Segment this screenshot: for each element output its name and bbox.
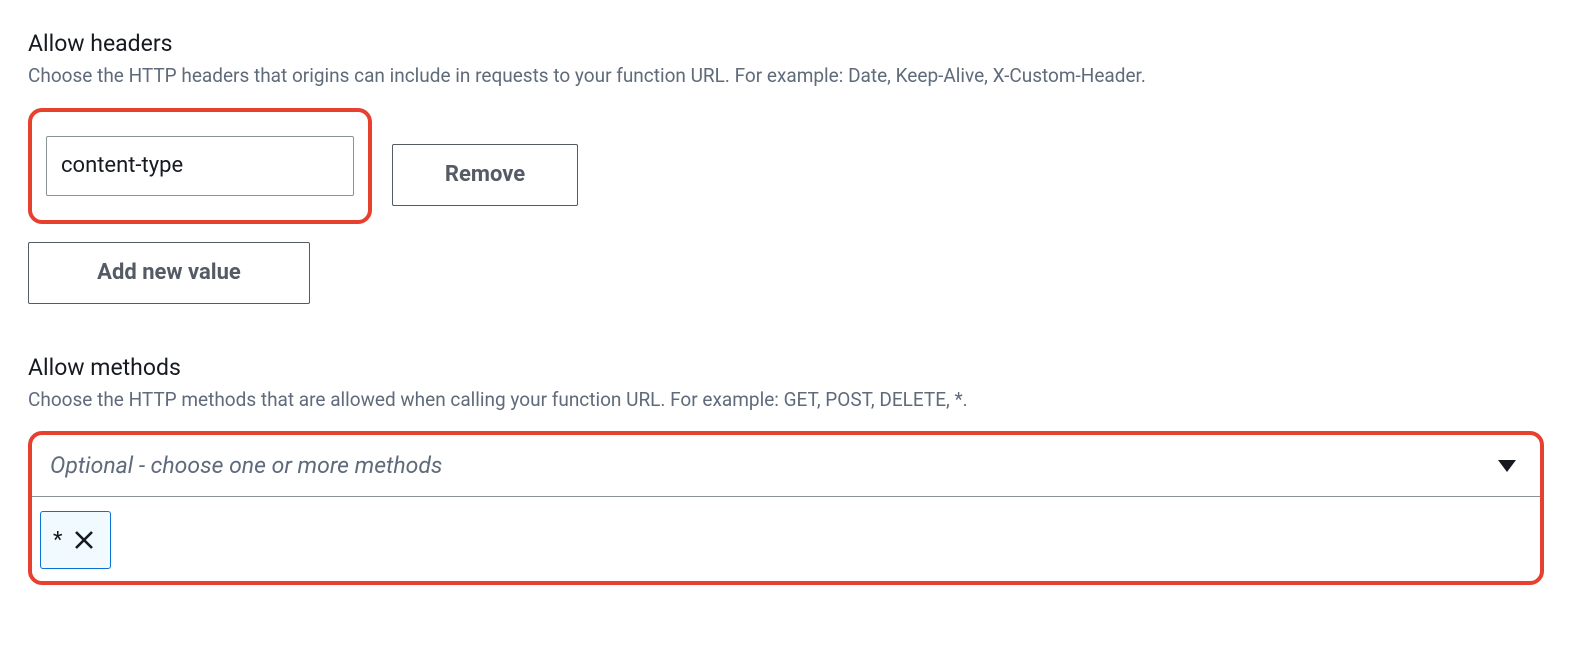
allow-methods-select[interactable]: Optional - choose one or more methods bbox=[32, 435, 1540, 497]
method-chip-label: * bbox=[53, 528, 62, 553]
allow-headers-description: Choose the HTTP headers that origins can… bbox=[28, 63, 1544, 90]
remove-button[interactable]: Remove bbox=[392, 144, 578, 206]
allow-headers-input[interactable] bbox=[46, 136, 354, 196]
method-chip[interactable]: * bbox=[40, 511, 111, 569]
allow-methods-title: Allow methods bbox=[28, 354, 1544, 381]
chevron-down-icon bbox=[1498, 460, 1516, 472]
allow-headers-highlight bbox=[28, 108, 372, 224]
allow-headers-section: Allow headers Choose the HTTP headers th… bbox=[28, 30, 1544, 304]
allow-methods-highlight: Optional - choose one or more methods * bbox=[28, 431, 1544, 585]
allow-headers-title: Allow headers bbox=[28, 30, 1544, 57]
allow-methods-description: Choose the HTTP methods that are allowed… bbox=[28, 387, 1544, 414]
allow-headers-row: Remove bbox=[28, 108, 1544, 242]
allow-methods-section: Allow methods Choose the HTTP methods th… bbox=[28, 354, 1544, 586]
add-new-value-button[interactable]: Add new value bbox=[28, 242, 310, 304]
close-icon[interactable] bbox=[72, 528, 96, 552]
allow-methods-chips: * bbox=[32, 497, 1540, 581]
allow-methods-placeholder: Optional - choose one or more methods bbox=[50, 452, 442, 479]
